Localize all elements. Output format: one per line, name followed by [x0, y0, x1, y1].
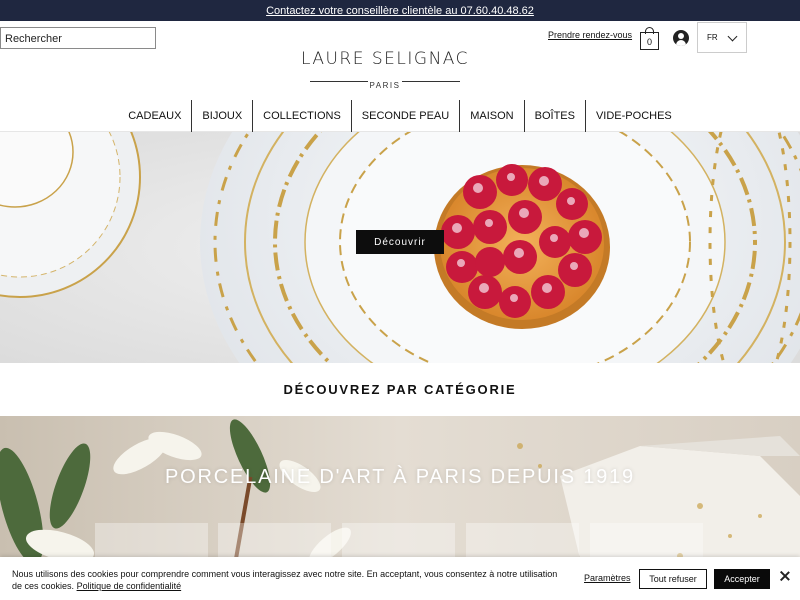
- site-header: Rechercher LAURE SELIGNAC PARIS Prendre …: [0, 21, 800, 100]
- discover-button[interactable]: Découvrir: [356, 230, 444, 254]
- language-value: FR: [707, 33, 718, 42]
- privacy-policy-link[interactable]: Politique de confidentialité: [77, 581, 182, 591]
- appointment-link[interactable]: Prendre rendez-vous: [548, 30, 632, 40]
- category-heading: DÉCOUVREZ PAR CATÉGORIE: [283, 382, 517, 397]
- brand-logo[interactable]: LAURE SELIGNAC PARIS: [300, 49, 470, 90]
- nav-item-maison[interactable]: MAISON: [459, 100, 523, 132]
- category-section-header: DÉCOUVREZ PAR CATÉGORIE: [0, 363, 800, 416]
- main-navigation: CADEAUX BIJOUX COLLECTIONS SECONDE PEAU …: [0, 100, 800, 132]
- cart-icon[interactable]: 0: [640, 32, 659, 50]
- cookie-banner: Nous utilisons des cookies pour comprend…: [0, 557, 800, 600]
- hero-banner: Découvrir: [0, 132, 800, 363]
- nav-item-seconde-peau[interactable]: SECONDE PEAU: [350, 100, 459, 132]
- nav-item-cadeaux[interactable]: CADEAUX: [118, 100, 191, 132]
- search-input[interactable]: Rechercher: [0, 27, 156, 49]
- contact-phone-link[interactable]: Contactez votre conseillère clientèle au…: [266, 5, 534, 17]
- accept-button[interactable]: Accepter: [714, 569, 770, 589]
- nav-item-vide-poches[interactable]: VIDE-POCHES: [584, 100, 682, 132]
- nav-item-bijoux[interactable]: BIJOUX: [191, 100, 252, 132]
- close-icon[interactable]: [779, 570, 791, 582]
- cookie-settings-link[interactable]: Paramètres: [584, 573, 631, 583]
- heritage-title: PORCELAINE D'ART À PARIS DEPUIS 1919: [165, 466, 635, 488]
- brand-city: PARIS: [369, 81, 401, 90]
- logo-divider-right: [402, 81, 460, 82]
- nav-item-boites[interactable]: BOÎTES: [523, 100, 585, 132]
- brand-subline: PARIS: [300, 76, 470, 90]
- top-announcement-bar: Contactez votre conseillère clientèle au…: [0, 0, 800, 21]
- chevron-down-icon: [727, 31, 738, 42]
- cookie-message: Nous utilisons des cookies pour comprend…: [12, 568, 567, 592]
- refuse-all-button[interactable]: Tout refuser: [639, 569, 707, 589]
- logo-divider-left: [310, 81, 368, 82]
- brand-name: LAURE SELIGNAC: [301, 49, 469, 69]
- account-icon[interactable]: [673, 30, 689, 46]
- nav-item-collections[interactable]: COLLECTIONS: [252, 100, 351, 132]
- language-selector[interactable]: FR: [697, 22, 747, 53]
